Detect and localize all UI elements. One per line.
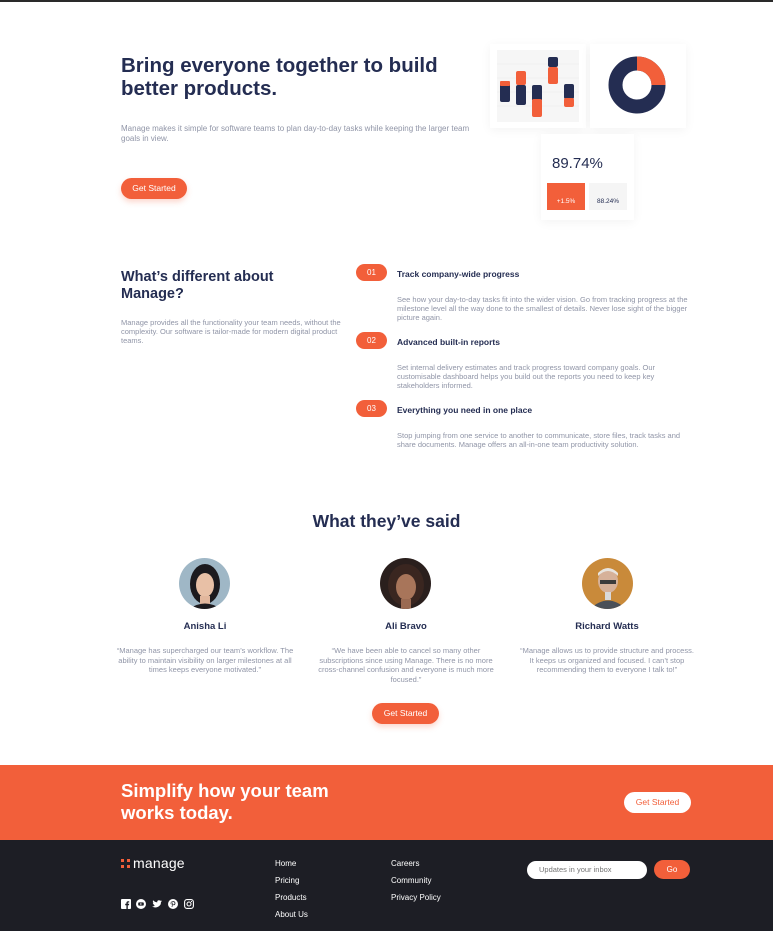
footer-link-community[interactable]: Community xyxy=(391,876,431,885)
feature-description: Set internal delivery estimates and trac… xyxy=(397,363,656,390)
feature-title: Track company-wide progress xyxy=(397,269,520,279)
newsletter-email-input[interactable] xyxy=(527,861,647,879)
facebook-icon[interactable] xyxy=(121,899,131,909)
bar-chart-card xyxy=(490,44,586,128)
cta-title: Simplify how your team works today. xyxy=(121,780,329,823)
avatar-anisha xyxy=(179,558,230,609)
avatar-ali xyxy=(380,558,431,609)
donut-chart-card xyxy=(590,44,686,128)
instagram-icon[interactable] xyxy=(184,899,194,909)
logo-icon xyxy=(121,859,130,868)
logo-text[interactable]: manage xyxy=(133,855,185,871)
testimonial-name: Anisha Li xyxy=(183,621,227,632)
stat-main-value: 89.74% xyxy=(552,155,603,172)
testimonials-get-started-button[interactable]: Get Started xyxy=(372,703,439,724)
features-title: What’s different about Manage? xyxy=(121,269,274,302)
testimonial-name: Ali Bravo xyxy=(385,621,427,632)
footer-link-home[interactable]: Home xyxy=(275,859,296,868)
footer-link-products[interactable]: Products xyxy=(275,893,307,902)
feature-description: Stop jumping from one service to another… xyxy=(397,431,681,449)
newsletter-go-button[interactable]: Go xyxy=(654,860,690,879)
hero-get-started-button[interactable]: Get Started xyxy=(121,178,187,199)
footer-link-careers[interactable]: Careers xyxy=(391,859,419,868)
hero-title: Bring everyone together to build better … xyxy=(121,54,438,100)
donut-chart-illustration xyxy=(608,56,666,114)
testimonial-quote: “Manage has supercharged our team’s work… xyxy=(116,646,294,674)
feature-description: See how your day-to-day tasks fit into t… xyxy=(397,295,688,322)
youtube-icon[interactable] xyxy=(136,899,146,909)
twitter-icon[interactable] xyxy=(152,899,162,909)
avatar-richard xyxy=(582,558,633,609)
stat-secondary-box: 88.24% xyxy=(589,183,627,210)
footer xyxy=(0,840,773,931)
hero-description: Manage makes it simple for software team… xyxy=(121,124,470,143)
bar-chart-illustration xyxy=(497,50,579,122)
testimonial-name: Richard Watts xyxy=(575,621,639,632)
features-description: Manage provides all the functionality yo… xyxy=(121,318,341,345)
footer-link-pricing[interactable]: Pricing xyxy=(275,876,299,885)
footer-link-privacy-policy[interactable]: Privacy Policy xyxy=(391,893,441,902)
top-border xyxy=(0,0,773,2)
testimonial-quote: “Manage allows us to provide structure a… xyxy=(520,646,694,674)
testimonials-heading: What they’ve said xyxy=(312,511,461,531)
pinterest-icon[interactable] xyxy=(168,899,178,909)
footer-link-about-us[interactable]: About Us xyxy=(275,910,308,919)
cta-get-started-button[interactable]: Get Started xyxy=(624,792,691,813)
feature-title: Everything you need in one place xyxy=(397,405,533,415)
feature-title: Advanced built-in reports xyxy=(397,337,500,347)
feature-number-badge: 02 xyxy=(356,332,387,349)
feature-number-badge: 03 xyxy=(356,400,387,417)
stat-change-box: +1.5% xyxy=(547,183,585,210)
testimonial-quote: “We have been able to cancel so many oth… xyxy=(318,646,494,684)
feature-number-badge: 01 xyxy=(356,264,387,281)
